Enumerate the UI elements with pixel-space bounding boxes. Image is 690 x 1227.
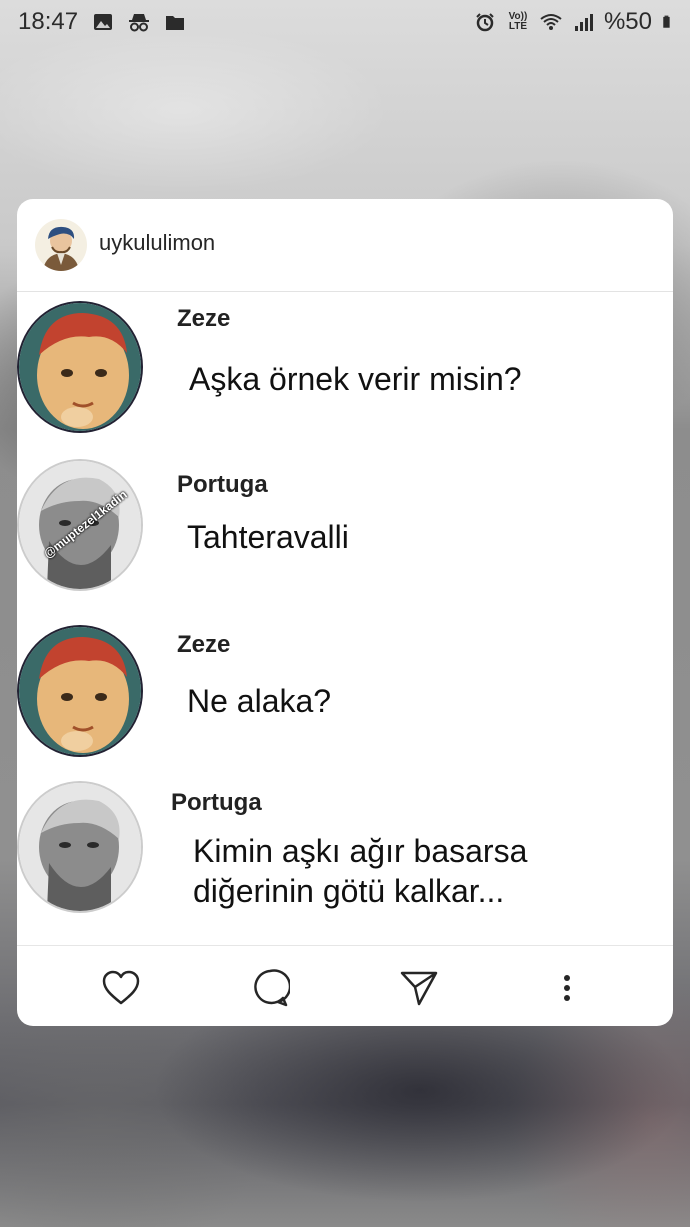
zeze-avatar [17,301,143,433]
alarm-icon [476,13,494,32]
message-name: Portuga [177,471,268,498]
comment-icon [254,969,290,1007]
more-icon [564,975,570,1001]
like-button[interactable] [99,966,143,1010]
more-options-button[interactable] [545,966,589,1010]
status-bar: 18:47 Vo)) LTE %50 [0,0,690,44]
message-text: Kimin aşkı ağır basarsa diğerinin götü k… [193,833,528,909]
comment-button[interactable] [248,966,292,1010]
wifi-icon [540,14,562,30]
share-button[interactable] [397,966,441,1010]
heart-icon [102,970,140,1005]
folder-icon [166,16,185,30]
share-icon [400,971,438,1006]
battery-percent: %50 [603,8,652,35]
message-text: Aşka örnek verir misin? [189,361,522,397]
message-name: Zeze [177,631,231,658]
post-preview-card[interactable]: uykululimon Zeze Aşka örnek verir misin? [17,199,673,1026]
signal-icon [574,14,593,31]
battery-icon [663,15,670,28]
message-name: Zeze [177,305,231,332]
portuga-avatar [17,781,143,913]
username[interactable]: uykululimon [99,230,215,256]
message-text: Ne alaka? [187,683,332,719]
incognito-icon [129,14,150,32]
volte-icon: Vo)) LTE [508,11,528,32]
zeze-avatar [17,625,143,757]
post-header: uykululimon [17,199,673,292]
message-text: Tahteravalli [187,519,349,555]
image-icon [94,14,113,30]
message-name: Portuga [171,789,262,816]
status-time: 18:47 [18,8,79,35]
action-bar [17,945,673,1026]
post-image: Zeze Aşka örnek verir misin? @muptezel1k… [17,295,673,945]
user-avatar[interactable] [35,219,87,271]
